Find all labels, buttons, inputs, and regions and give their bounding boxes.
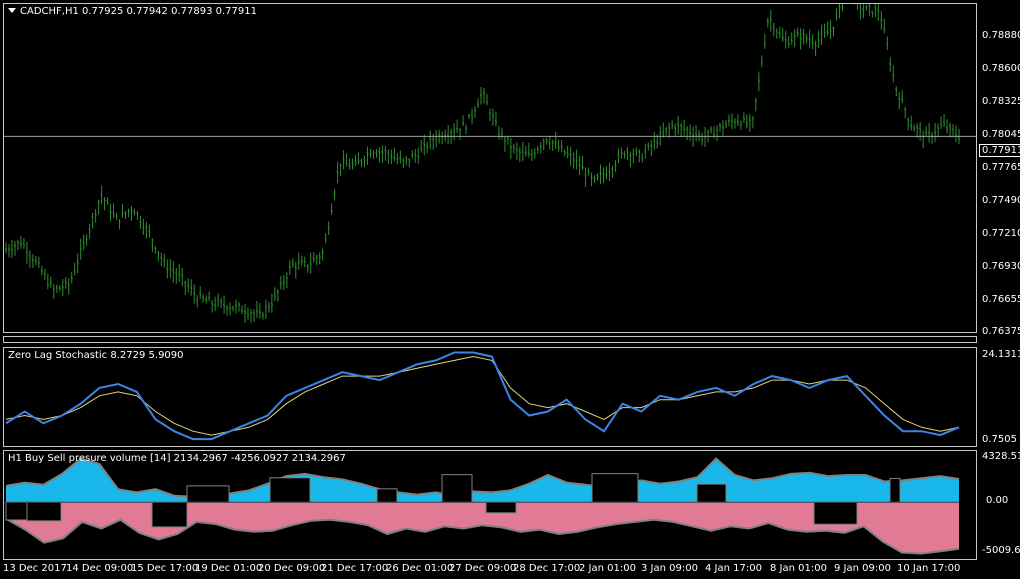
dropdown-triangle-icon[interactable] xyxy=(8,8,16,13)
stochastic-main-line xyxy=(5,351,960,441)
buy-pressure-area xyxy=(6,458,959,503)
price-chart-panel[interactable]: CADCHF,H1 0.77925 0.77942 0.77893 0.7791… xyxy=(3,3,977,333)
volume-pressure-panel[interactable]: H1 Buy Sell presure volume [14] 2134.296… xyxy=(3,450,977,560)
time-axis-label: 10 Jan 17:00 xyxy=(897,563,961,574)
price-chart-title-text: CADCHF,H1 0.77925 0.77942 0.77893 0.7791… xyxy=(20,6,257,17)
price-axis-label: 0.77210 xyxy=(982,228,1020,239)
stochastic-axis-top: 24.1311 xyxy=(982,349,1020,360)
price-axis-label: 0.78880 xyxy=(982,30,1020,41)
volume-axis-bottom: -5009.613 xyxy=(982,545,1020,556)
stochastic-canvas xyxy=(5,351,960,441)
pressure-block xyxy=(269,477,311,503)
time-axis-label: 4 Jan 17:00 xyxy=(705,563,762,574)
pressure-block xyxy=(485,501,517,514)
price-axis-label: 0.77765 xyxy=(982,162,1020,173)
time-axis-label: 3 Jan 09:00 xyxy=(641,563,698,574)
price-axis-label: 0.78600 xyxy=(982,63,1020,74)
time-axis-label: 28 Dec 17:00 xyxy=(513,563,581,574)
time-axis-label: 13 Dec 2017 xyxy=(3,563,67,574)
pressure-block xyxy=(813,501,858,525)
stochastic-panel[interactable]: Zero Lag Stochastic 8.2729 5.9090 xyxy=(3,347,977,447)
price-axis-label: 0.76655 xyxy=(982,294,1020,305)
current-price-box: 0.77911 xyxy=(979,144,1020,157)
time-axis-label: 19 Dec 01:00 xyxy=(195,563,263,574)
volume-pressure-canvas xyxy=(4,457,960,555)
stochastic-signal-line xyxy=(5,355,960,436)
pressure-block xyxy=(441,474,473,503)
volume-axis-top: 4328.512 xyxy=(982,451,1020,462)
price-axis-label: 0.78045 xyxy=(982,129,1020,140)
pressure-block xyxy=(591,473,639,503)
panel-separator[interactable] xyxy=(3,336,977,343)
time-axis-label: 15 Dec 17:00 xyxy=(131,563,199,574)
volume-pressure-title: H1 Buy Sell presure volume [14] 2134.296… xyxy=(8,453,346,464)
pressure-block xyxy=(376,488,398,503)
price-chart-title: CADCHF,H1 0.77925 0.77942 0.77893 0.7791… xyxy=(8,6,257,17)
price-axis-label: 0.78325 xyxy=(982,96,1020,107)
time-axis-label: 14 Dec 09:00 xyxy=(66,563,134,574)
time-axis-label: 27 Dec 09:00 xyxy=(449,563,517,574)
price-axis-label: 0.77490 xyxy=(982,195,1020,206)
price-chart-canvas xyxy=(4,4,976,324)
time-axis-label: 8 Jan 01:00 xyxy=(770,563,827,574)
time-axis-label: 9 Jan 09:00 xyxy=(834,563,891,574)
time-axis-label: 21 Dec 17:00 xyxy=(321,563,389,574)
time-axis-label: 20 Dec 09:00 xyxy=(258,563,326,574)
stochastic-title: Zero Lag Stochastic 8.2729 5.9090 xyxy=(8,350,184,361)
volume-axis-zero: 0.00 xyxy=(986,495,1009,506)
price-axis-label: 0.76930 xyxy=(982,261,1020,272)
price-axis-label: 0.76375 xyxy=(982,326,1020,337)
pressure-block xyxy=(186,485,230,503)
pressure-block xyxy=(5,501,28,521)
pressure-block xyxy=(889,477,901,503)
time-axis-label: 2 Jan 01:00 xyxy=(579,563,636,574)
pressure-block xyxy=(151,501,188,528)
pressure-block xyxy=(696,483,727,503)
stochastic-axis-bottom: 0.7505 xyxy=(982,434,1017,445)
pressure-block xyxy=(26,501,62,522)
time-axis-label: 26 Dec 01:00 xyxy=(386,563,454,574)
